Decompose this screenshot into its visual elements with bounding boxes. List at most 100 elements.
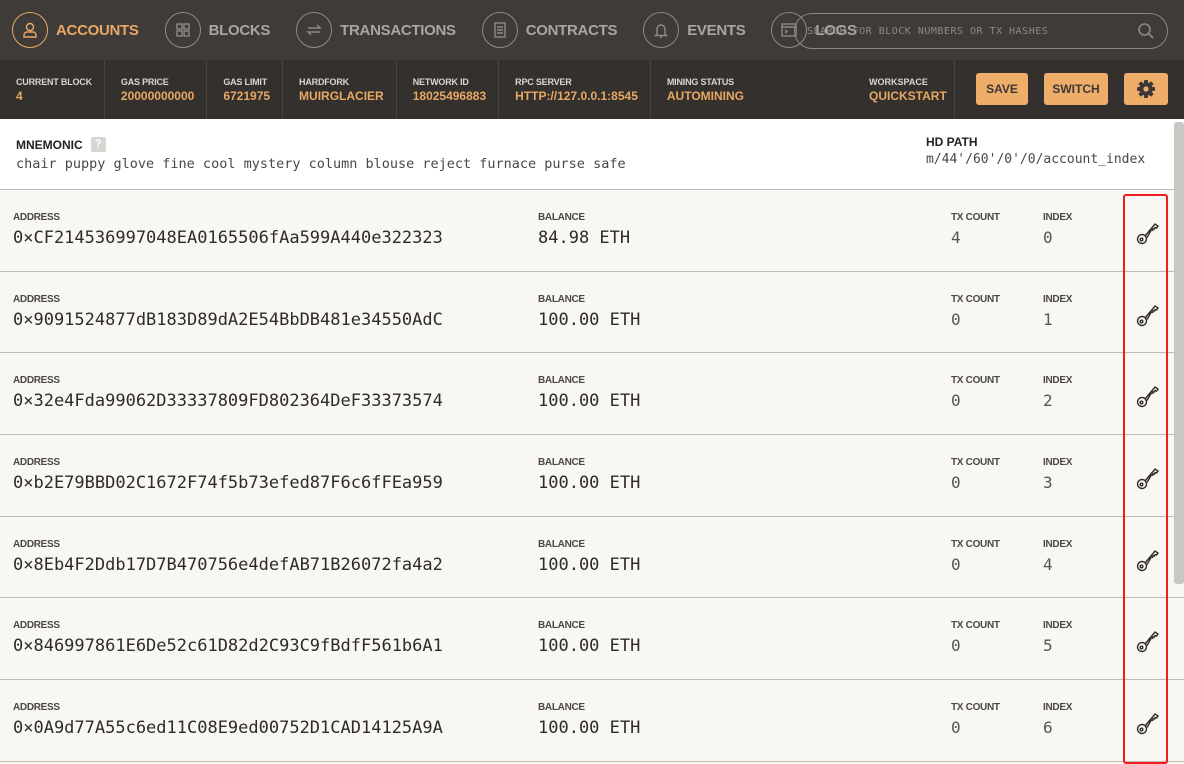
nav-label: EVENTS	[687, 21, 746, 39]
account-index: 4	[1043, 554, 1053, 574]
workspace-info: WORKSPACE QUICKSTART	[869, 77, 947, 103]
stat-value: 4	[16, 89, 23, 103]
tx-count-label: TX COUNT	[951, 212, 1000, 223]
document-icon	[481, 12, 518, 48]
tx-count: 4	[951, 228, 961, 247]
account-address: 0×846997861E6De52c61D82d2C93C9fBdfF561b6…	[13, 636, 443, 657]
address-label: ADDRESS	[13, 293, 60, 305]
account-address: 0×8Eb4F2Ddb17D7B470756e4defAB71B26072fa4…	[13, 554, 443, 575]
balance-label: BALANCE	[538, 293, 585, 305]
stat-label: NETWORK ID	[412, 77, 469, 87]
stat-mining-status: MINING STATUS AUTOMINING	[651, 60, 756, 119]
index-label: INDEX	[1043, 293, 1073, 305]
key-icon[interactable]	[1135, 302, 1161, 333]
nav-accounts[interactable]: ACCOUNTS	[12, 12, 139, 48]
mnemonic-words: chair puppy glove fine cool mystery colu…	[16, 156, 626, 172]
scrollbar[interactable]	[1174, 122, 1184, 584]
index-label: INDEX	[1043, 538, 1073, 550]
account-index: 3	[1043, 473, 1053, 493]
workspace-name: QUICKSTART	[869, 89, 947, 103]
stat-rpc-server: RPC SERVER HTTP://127.0.0.1:8545	[499, 60, 651, 119]
stat-value: 6721975	[223, 89, 271, 103]
stat-value: MUIRGLACIER	[299, 89, 384, 103]
tx-count-label: TX COUNT	[951, 620, 1000, 632]
stat-gas-price: GAS PRICE 20000000000	[105, 60, 208, 119]
account-address: 0×CF214536997048EA0165506fAa599A440e3223…	[13, 228, 443, 248]
nav-label: TRANSACTIONS	[340, 21, 456, 39]
stat-hardfork: HARDFORK MUIRGLACIER	[283, 60, 397, 119]
search-input[interactable]	[807, 25, 1137, 37]
key-icon[interactable]	[1135, 547, 1161, 578]
account-row[interactable]: ADDRESS 0×846997861E6De52c61D82d2C93C9fB…	[0, 598, 1184, 681]
account-index: 0	[1043, 228, 1053, 247]
nav-contracts[interactable]: CONTRACTS	[481, 12, 618, 48]
mnemonic-panel: MNEMONIC? chair puppy glove fine cool my…	[0, 119, 1184, 190]
account-row[interactable]: ADDRESS 0×8Eb4F2Ddb17D7B470756e4defAB71B…	[0, 516, 1184, 599]
account-address: 0×b2E79BBD02C1672F74f5b73efed87F6c6fFEa9…	[13, 473, 443, 494]
index-label: INDEX	[1043, 620, 1073, 632]
help-icon[interactable]: ?	[90, 137, 106, 152]
gear-icon	[1137, 80, 1155, 98]
account-balance: 100.00 ETH	[538, 473, 641, 494]
mnemonic-label: MNEMONIC	[16, 137, 83, 152]
address-label: ADDRESS	[13, 702, 60, 714]
account-row[interactable]: ADDRESS 0×CF214536997048EA0165506fAa599A…	[0, 190, 1184, 272]
tx-count: 0	[951, 391, 961, 411]
account-address: 0×9091524877dB183D89dA2E54BbDB481e34550A…	[13, 309, 443, 330]
search-icon[interactable]	[1137, 22, 1155, 40]
nav-label: CONTRACTS	[525, 21, 618, 39]
stat-network-id: NETWORK ID 18025496883	[397, 60, 500, 119]
tx-count: 0	[951, 554, 961, 574]
account-index: 2	[1043, 391, 1053, 411]
index-label: INDEX	[1043, 212, 1073, 223]
nav-events[interactable]: EVENTS	[643, 12, 746, 48]
account-row[interactable]: ADDRESS 0×9091524877dB183D89dA2E54BbDB48…	[0, 271, 1184, 354]
accounts-list: ADDRESS 0×CF214536997048EA0165506fAa599A…	[0, 190, 1184, 762]
address-label: ADDRESS	[13, 620, 60, 632]
account-index: 1	[1043, 309, 1053, 329]
key-icon[interactable]	[1135, 465, 1161, 496]
account-row[interactable]: ADDRESS 0×32e4Fda99062D33337809FD802364D…	[0, 353, 1184, 436]
search-bar[interactable]	[794, 13, 1168, 49]
address-label: ADDRESS	[13, 212, 60, 223]
switch-button[interactable]: SWITCH	[1044, 73, 1108, 105]
swap-arrows-icon	[296, 12, 333, 48]
address-label: ADDRESS	[13, 375, 60, 387]
tx-count-label: TX COUNT	[951, 702, 1000, 714]
workspace-label: WORKSPACE	[869, 77, 928, 87]
tx-count-label: TX COUNT	[951, 457, 1000, 469]
key-icon[interactable]	[1135, 220, 1161, 251]
save-button[interactable]: SAVE	[976, 73, 1028, 105]
tx-count: 0	[951, 718, 961, 738]
stat-label: RPC SERVER	[515, 77, 572, 87]
tx-count-label: TX COUNT	[951, 538, 1000, 550]
account-balance: 100.00 ETH	[538, 636, 641, 657]
nav-transactions[interactable]: TRANSACTIONS	[296, 12, 456, 48]
divider	[954, 60, 955, 119]
balance-label: BALANCE	[538, 375, 585, 387]
account-row[interactable]: ADDRESS 0×0A9d77A55c6ed11C08E9ed00752D1C…	[0, 680, 1184, 762]
key-icon[interactable]	[1135, 628, 1161, 659]
address-label: ADDRESS	[13, 457, 60, 469]
tx-count: 0	[951, 636, 961, 656]
index-label: INDEX	[1043, 702, 1073, 714]
tx-count-label: TX COUNT	[951, 293, 1000, 305]
stat-label: HARDFORK	[299, 77, 349, 87]
user-icon	[12, 12, 48, 48]
nav-blocks[interactable]: BLOCKS	[164, 12, 270, 48]
key-icon[interactable]	[1135, 383, 1161, 414]
key-icon[interactable]	[1135, 710, 1161, 741]
account-row[interactable]: ADDRESS 0×b2E79BBD02C1672F74f5b73efed87F…	[0, 435, 1184, 517]
account-balance: 84.98 ETH	[538, 228, 631, 248]
account-balance: 100.00 ETH	[538, 718, 641, 739]
tx-count: 0	[951, 473, 961, 493]
account-address: 0×0A9d77A55c6ed11C08E9ed00752D1CAD14125A…	[13, 718, 443, 739]
index-label: INDEX	[1043, 375, 1073, 387]
nav-label: ACCOUNTS	[56, 21, 139, 39]
settings-button[interactable]	[1124, 73, 1168, 105]
hd-path-value: m/44'/60'/0'/0/account_index	[926, 152, 1146, 167]
stat-value: AUTOMINING	[666, 89, 744, 103]
stat-value: HTTP://127.0.0.1:8545	[515, 89, 638, 103]
account-balance: 100.00 ETH	[538, 391, 641, 412]
stat-label: GAS PRICE	[120, 77, 169, 87]
